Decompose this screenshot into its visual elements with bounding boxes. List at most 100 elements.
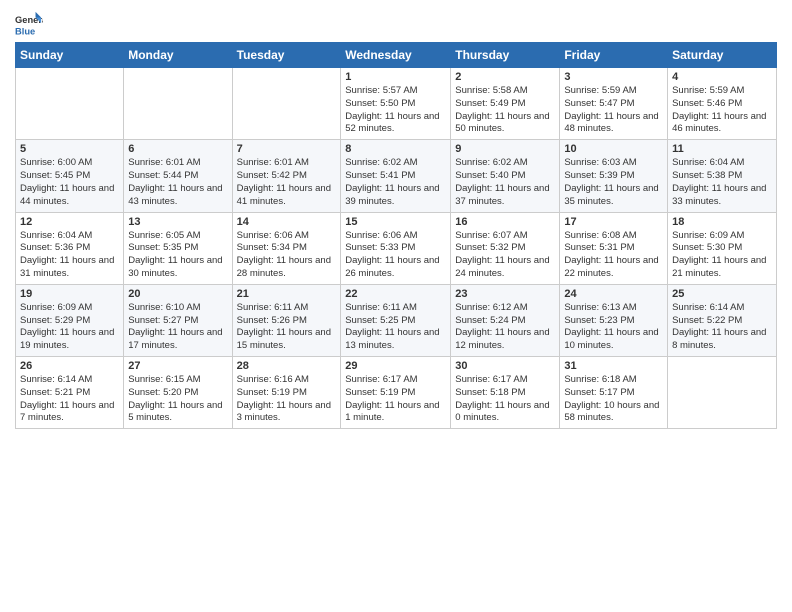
calendar-cell: 24 Sunrise: 6:13 AMSunset: 5:23 PMDayligh… <box>560 284 668 356</box>
calendar-cell: 19 Sunrise: 6:09 AMSunset: 5:29 PMDayligh… <box>16 284 124 356</box>
calendar-cell <box>232 68 341 140</box>
day-number: 3 <box>564 71 663 83</box>
calendar-cell: 6 Sunrise: 6:01 AMSunset: 5:44 PMDaylight… <box>124 140 232 212</box>
calendar-cell: 15 Sunrise: 6:06 AMSunset: 5:33 PMDayligh… <box>341 212 451 284</box>
day-info: Sunrise: 5:57 AMSunset: 5:50 PMDaylight:… <box>345 85 446 136</box>
day-info: Sunrise: 5:58 AMSunset: 5:49 PMDaylight:… <box>455 85 555 136</box>
calendar-cell: 18 Sunrise: 6:09 AMSunset: 5:30 PMDayligh… <box>668 212 777 284</box>
calendar-cell: 11 Sunrise: 6:04 AMSunset: 5:38 PMDayligh… <box>668 140 777 212</box>
calendar-header-friday: Friday <box>560 43 668 68</box>
day-info: Sunrise: 6:02 AMSunset: 5:41 PMDaylight:… <box>345 157 446 208</box>
day-info: Sunrise: 5:59 AMSunset: 5:46 PMDaylight:… <box>672 85 772 136</box>
day-info: Sunrise: 6:01 AMSunset: 5:44 PMDaylight:… <box>128 157 227 208</box>
day-number: 9 <box>455 143 555 155</box>
day-info: Sunrise: 6:02 AMSunset: 5:40 PMDaylight:… <box>455 157 555 208</box>
day-info: Sunrise: 6:01 AMSunset: 5:42 PMDaylight:… <box>237 157 337 208</box>
day-number: 16 <box>455 216 555 228</box>
day-info: Sunrise: 6:04 AMSunset: 5:38 PMDaylight:… <box>672 157 772 208</box>
calendar-cell: 4 Sunrise: 5:59 AMSunset: 5:46 PMDaylight… <box>668 68 777 140</box>
logo: General Blue <box>15 10 47 38</box>
calendar-cell: 5 Sunrise: 6:00 AMSunset: 5:45 PMDaylight… <box>16 140 124 212</box>
calendar-cell: 28 Sunrise: 6:16 AMSunset: 5:19 PMDayligh… <box>232 357 341 429</box>
day-info: Sunrise: 6:00 AMSunset: 5:45 PMDaylight:… <box>20 157 119 208</box>
calendar-cell: 27 Sunrise: 6:15 AMSunset: 5:20 PMDayligh… <box>124 357 232 429</box>
calendar-week-row: 19 Sunrise: 6:09 AMSunset: 5:29 PMDayligh… <box>16 284 777 356</box>
calendar-cell: 8 Sunrise: 6:02 AMSunset: 5:41 PMDaylight… <box>341 140 451 212</box>
day-number: 26 <box>20 360 119 372</box>
day-number: 30 <box>455 360 555 372</box>
day-info: Sunrise: 6:14 AMSunset: 5:21 PMDaylight:… <box>20 374 119 425</box>
logo-icon: General Blue <box>15 10 43 38</box>
calendar-header-sunday: Sunday <box>16 43 124 68</box>
page-container: General Blue SundayMondayTuesdayWednesda… <box>0 0 792 439</box>
calendar-header-wednesday: Wednesday <box>341 43 451 68</box>
day-info: Sunrise: 6:15 AMSunset: 5:20 PMDaylight:… <box>128 374 227 425</box>
day-number: 22 <box>345 288 446 300</box>
day-number: 24 <box>564 288 663 300</box>
day-number: 28 <box>237 360 337 372</box>
calendar-cell: 2 Sunrise: 5:58 AMSunset: 5:49 PMDaylight… <box>451 68 560 140</box>
calendar-cell: 29Sunrise: 6:17 AMSunset: 5:19 PMDayligh… <box>341 357 451 429</box>
calendar-week-row: 12 Sunrise: 6:04 AMSunset: 5:36 PMDayligh… <box>16 212 777 284</box>
day-number: 7 <box>237 143 337 155</box>
calendar-cell <box>668 357 777 429</box>
day-info: Sunrise: 6:17 AMSunset: 5:19 PMDaylight:… <box>345 374 446 425</box>
day-number: 11 <box>672 143 772 155</box>
day-info: Sunrise: 6:17 AMSunset: 5:18 PMDaylight:… <box>455 374 555 425</box>
calendar-week-row: 5 Sunrise: 6:00 AMSunset: 5:45 PMDaylight… <box>16 140 777 212</box>
calendar-header-thursday: Thursday <box>451 43 560 68</box>
day-number: 13 <box>128 216 227 228</box>
calendar-cell: 16Sunrise: 6:07 AMSunset: 5:32 PMDayligh… <box>451 212 560 284</box>
day-number: 5 <box>20 143 119 155</box>
calendar-cell: 31 Sunrise: 6:18 AMSunset: 5:17 PMDayligh… <box>560 357 668 429</box>
calendar-week-row: 26 Sunrise: 6:14 AMSunset: 5:21 PMDayligh… <box>16 357 777 429</box>
day-number: 12 <box>20 216 119 228</box>
day-info: Sunrise: 6:14 AMSunset: 5:22 PMDaylight:… <box>672 302 772 353</box>
day-info: Sunrise: 6:09 AMSunset: 5:29 PMDaylight:… <box>20 302 119 353</box>
day-info: Sunrise: 6:04 AMSunset: 5:36 PMDaylight:… <box>20 230 119 281</box>
calendar-cell: 3Sunrise: 5:59 AMSunset: 5:47 PMDaylight… <box>560 68 668 140</box>
day-info: Sunrise: 6:16 AMSunset: 5:19 PMDaylight:… <box>237 374 337 425</box>
day-info: Sunrise: 6:09 AMSunset: 5:30 PMDaylight:… <box>672 230 772 281</box>
calendar-week-row: 1 Sunrise: 5:57 AMSunset: 5:50 PMDaylight… <box>16 68 777 140</box>
day-number: 6 <box>128 143 227 155</box>
day-number: 17 <box>564 216 663 228</box>
day-number: 23 <box>455 288 555 300</box>
calendar-cell: 23 Sunrise: 6:12 AMSunset: 5:24 PMDayligh… <box>451 284 560 356</box>
calendar-cell: 25 Sunrise: 6:14 AMSunset: 5:22 PMDayligh… <box>668 284 777 356</box>
day-info: Sunrise: 6:03 AMSunset: 5:39 PMDaylight:… <box>564 157 663 208</box>
day-number: 1 <box>345 71 446 83</box>
day-number: 27 <box>128 360 227 372</box>
day-number: 8 <box>345 143 446 155</box>
day-info: Sunrise: 6:13 AMSunset: 5:23 PMDaylight:… <box>564 302 663 353</box>
calendar-cell: 12 Sunrise: 6:04 AMSunset: 5:36 PMDayligh… <box>16 212 124 284</box>
svg-text:Blue: Blue <box>15 26 35 36</box>
calendar-cell: 26 Sunrise: 6:14 AMSunset: 5:21 PMDayligh… <box>16 357 124 429</box>
day-info: Sunrise: 6:11 AMSunset: 5:25 PMDaylight:… <box>345 302 446 353</box>
day-info: Sunrise: 6:10 AMSunset: 5:27 PMDaylight:… <box>128 302 227 353</box>
calendar-cell: 1 Sunrise: 5:57 AMSunset: 5:50 PMDaylight… <box>341 68 451 140</box>
day-info: Sunrise: 6:06 AMSunset: 5:33 PMDaylight:… <box>345 230 446 281</box>
calendar-cell <box>16 68 124 140</box>
day-info: Sunrise: 6:18 AMSunset: 5:17 PMDaylight:… <box>564 374 663 425</box>
day-number: 2 <box>455 71 555 83</box>
calendar-cell: 13 Sunrise: 6:05 AMSunset: 5:35 PMDayligh… <box>124 212 232 284</box>
day-number: 18 <box>672 216 772 228</box>
calendar-cell: 9 Sunrise: 6:02 AMSunset: 5:40 PMDaylight… <box>451 140 560 212</box>
day-number: 15 <box>345 216 446 228</box>
day-number: 14 <box>237 216 337 228</box>
day-number: 10 <box>564 143 663 155</box>
day-number: 19 <box>20 288 119 300</box>
day-number: 25 <box>672 288 772 300</box>
day-info: Sunrise: 6:12 AMSunset: 5:24 PMDaylight:… <box>455 302 555 353</box>
day-number: 4 <box>672 71 772 83</box>
day-info: Sunrise: 6:05 AMSunset: 5:35 PMDaylight:… <box>128 230 227 281</box>
day-number: 20 <box>128 288 227 300</box>
day-number: 31 <box>564 360 663 372</box>
calendar-header-row: SundayMondayTuesdayWednesdayThursdayFrid… <box>16 43 777 68</box>
day-number: 21 <box>237 288 337 300</box>
calendar-table: SundayMondayTuesdayWednesdayThursdayFrid… <box>15 42 777 429</box>
calendar-cell: 17Sunrise: 6:08 AMSunset: 5:31 PMDayligh… <box>560 212 668 284</box>
calendar-header-saturday: Saturday <box>668 43 777 68</box>
calendar-header-monday: Monday <box>124 43 232 68</box>
